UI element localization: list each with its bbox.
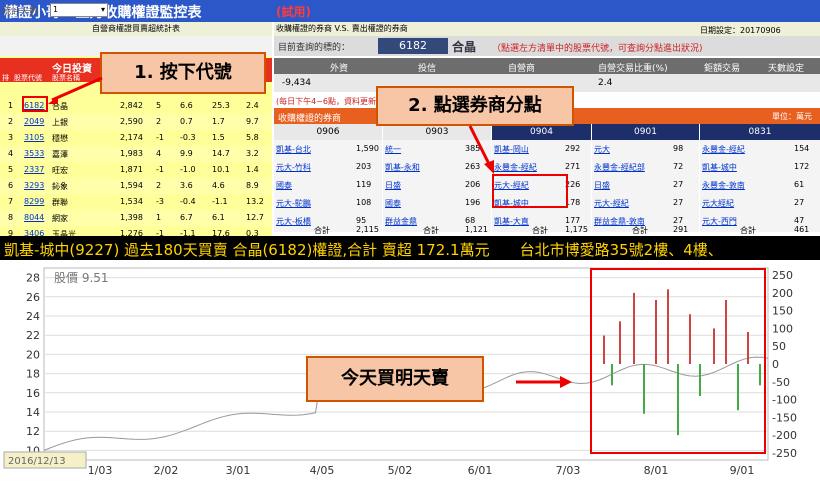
arrow-to-broker [468, 125, 492, 167]
arrowhead-broker [484, 160, 494, 174]
annotation-arrows [48, 76, 572, 388]
arrow-to-code [51, 76, 103, 102]
arrowhead-chart [560, 376, 572, 388]
